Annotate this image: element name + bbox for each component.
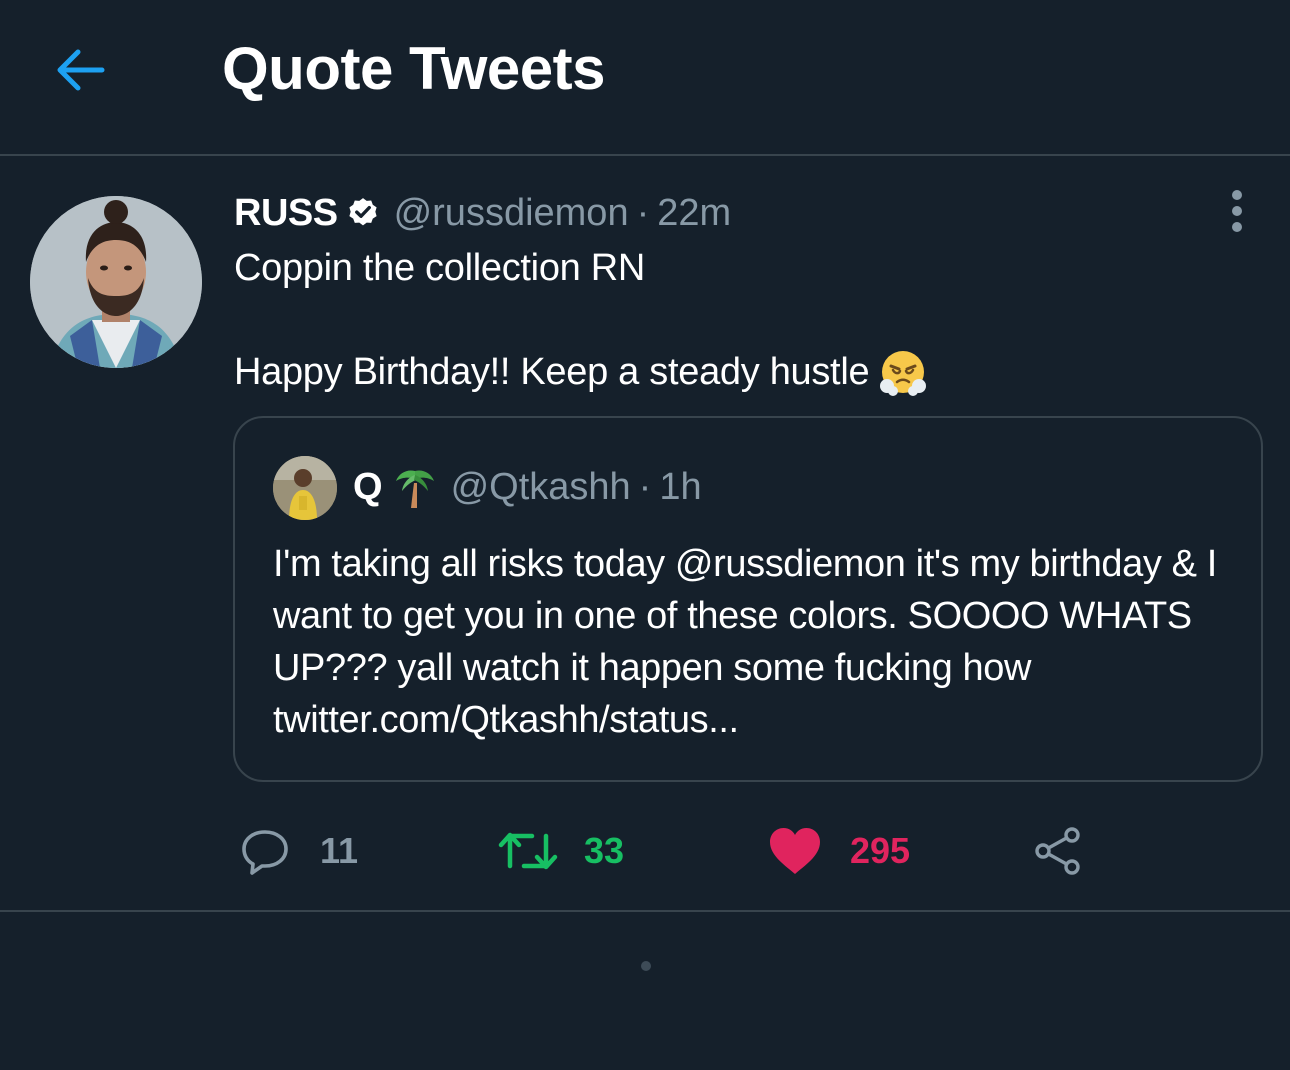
avatar[interactable] (30, 196, 202, 368)
tweet-text-line2-row: Happy Birthday!! Keep a steady hustle (234, 346, 927, 398)
page-title: Quote Tweets (222, 35, 605, 102)
retweet-count: 33 (584, 830, 625, 871)
quoted-avatar[interactable] (273, 456, 337, 520)
more-dot (1232, 206, 1242, 216)
tweet-text-line2: Happy Birthday!! Keep a steady hustle (234, 351, 870, 393)
reply-count: 11 (320, 830, 359, 871)
author-name[interactable]: RUSS (234, 192, 338, 235)
share-icon (1035, 827, 1080, 875)
quoted-avatar-image (273, 456, 337, 520)
palm-tree-icon (393, 465, 437, 509)
quoted-tweet-header: Q @Qtkashh · 1h (353, 462, 702, 512)
author-handle[interactable]: @russdiemon (394, 192, 629, 235)
reply-button[interactable]: 11 (240, 816, 358, 886)
reply-icon (242, 830, 288, 875)
quoted-separator: · (638, 465, 652, 508)
retweet-button[interactable]: 33 (498, 816, 624, 886)
share-button[interactable] (1032, 816, 1084, 886)
top-bar: Quote Tweets (0, 0, 1290, 156)
more-dot (1232, 222, 1242, 232)
more-options-button[interactable] (1222, 186, 1252, 236)
like-button[interactable]: 295 (768, 816, 910, 886)
retweet-icon (498, 832, 558, 870)
tweet-time[interactable]: 22m (657, 192, 731, 235)
loading-indicator (641, 961, 651, 971)
quoted-author-name[interactable]: Q (353, 466, 383, 509)
back-button[interactable] (48, 38, 112, 102)
heart-icon (770, 828, 820, 874)
quoted-tweet-time[interactable]: 1h (659, 466, 701, 509)
quoted-author-handle[interactable]: @Qtkashh (451, 466, 631, 509)
tweet[interactable]: RUSS @russdiemon · 22m Coppin the collec… (0, 156, 1290, 912)
verified-badge-icon (346, 196, 380, 230)
like-count: 295 (850, 830, 911, 871)
back-arrow-icon (57, 49, 105, 91)
separator: · (636, 191, 650, 234)
quote-tweets-screen: Quote Tweets RUSS @russdiemon · 22m Copp… (0, 0, 1290, 1070)
quoted-tweet-card[interactable]: Q @Qtkashh · 1h I'm taking all risks tod… (233, 416, 1263, 782)
steam-from-nose-emoji-icon (879, 348, 927, 396)
avatar-image (30, 196, 202, 368)
tweet-header: RUSS @russdiemon · 22m (234, 190, 731, 236)
tweet-actions: 11 33 295 (0, 816, 1290, 886)
more-dot (1232, 190, 1242, 200)
tweet-text-line1: Coppin the collection RN (234, 247, 646, 289)
quoted-tweet-text: I'm taking all risks today @russdiemon i… (273, 543, 1217, 741)
